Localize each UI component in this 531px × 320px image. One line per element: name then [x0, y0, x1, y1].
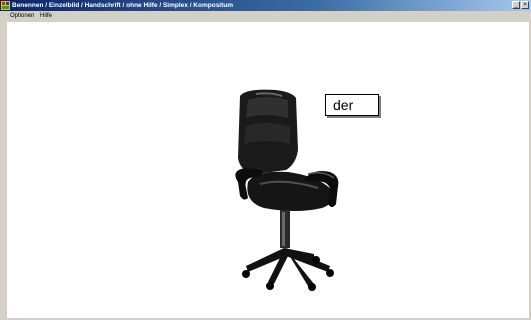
- app-icon[interactable]: [1, 1, 10, 10]
- minimize-button[interactable]: _: [512, 1, 520, 9]
- minimize-icon: _: [514, 2, 518, 8]
- app-window: Benennen / Einzelbild / Handschrift / oh…: [0, 0, 531, 320]
- close-icon: ×: [523, 2, 527, 8]
- title-bar[interactable]: Benennen / Einzelbild / Handschrift / oh…: [0, 0, 531, 11]
- office-chair-image: [235, 89, 339, 291]
- menu-hilfe[interactable]: Hilfe: [40, 11, 52, 21]
- answer-field[interactable]: der: [325, 94, 379, 116]
- close-button[interactable]: ×: [521, 1, 529, 9]
- menu-bar: Optionen Hilfe: [0, 11, 531, 21]
- menu-optionen[interactable]: Optionen: [10, 11, 34, 21]
- content-area: der: [7, 22, 529, 318]
- answer-text: der: [333, 97, 354, 113]
- window-title: Benennen / Einzelbild / Handschrift / oh…: [12, 2, 234, 9]
